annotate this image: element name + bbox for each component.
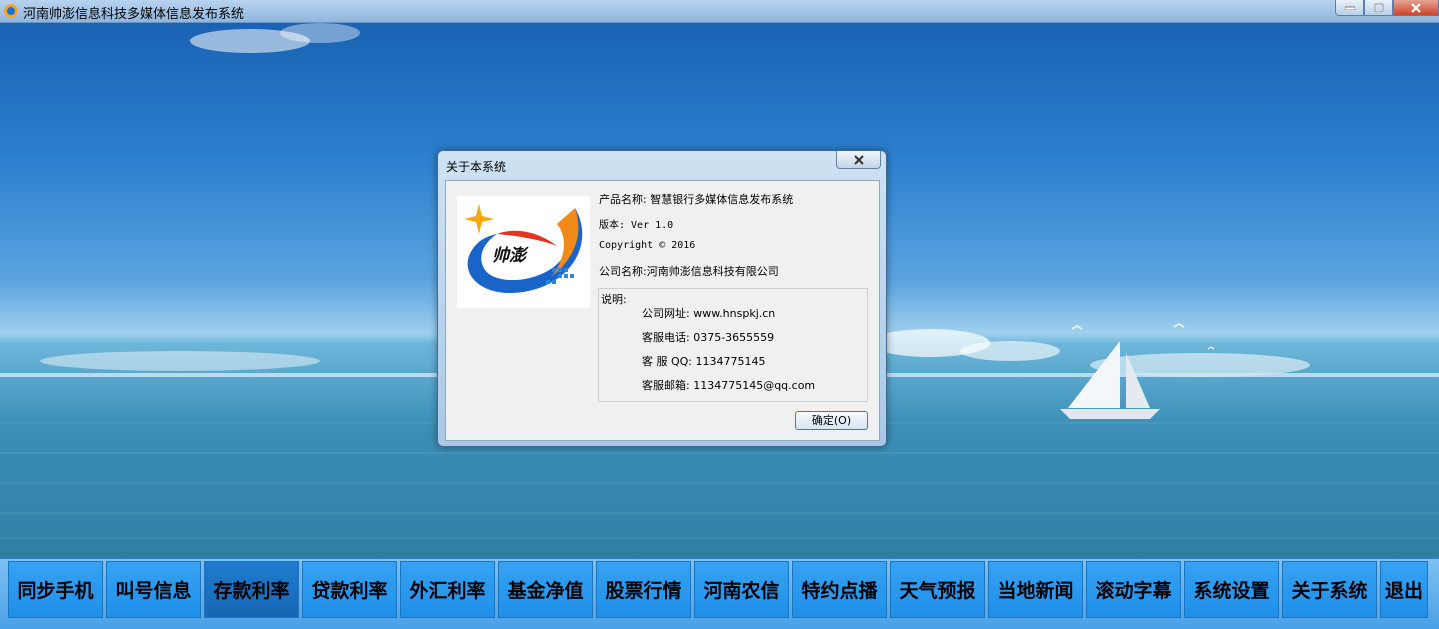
minimize-icon: [1344, 6, 1355, 10]
close-icon: [853, 154, 864, 165]
company-logo: 帅澎: [457, 196, 590, 308]
window-title: 河南帅澎信息科技多媒体信息发布系统: [23, 7, 245, 22]
fund-nav-button[interactable]: 基金净值: [498, 561, 593, 618]
weather-button[interactable]: 天气预报: [890, 561, 985, 618]
toolbar-buttons: 同步手机 叫号信息 存款利率 贷款利率 外汇利率 基金净值 股票行情 河南农信 …: [8, 561, 1431, 618]
deposit-rate-button[interactable]: 存款利率: [204, 561, 299, 618]
description-group: 说明: 公司网址: www.hnspkj.cn 客服电话: 0375-36555…: [598, 288, 868, 402]
henan-rcc-button[interactable]: 河南农信: [694, 561, 789, 618]
sync-phone-button[interactable]: 同步手机: [8, 561, 103, 618]
svg-text:帅澎: 帅澎: [492, 246, 529, 266]
window-controls: [1335, 0, 1439, 18]
dialog-close-button[interactable]: [836, 151, 881, 169]
settings-button[interactable]: 系统设置: [1184, 561, 1279, 618]
company-name-text: 公司名称:河南帅澎信息科技有限公司: [599, 265, 779, 278]
local-news-button[interactable]: 当地新闻: [988, 561, 1083, 618]
minimize-button[interactable]: [1335, 0, 1364, 16]
fx-rate-button[interactable]: 外汇利率: [400, 561, 495, 618]
phone-text: 客服电话: 0375-3655559: [642, 331, 775, 344]
exit-button[interactable]: 退出: [1380, 561, 1428, 618]
loan-rate-button[interactable]: 贷款利率: [302, 561, 397, 618]
app-icon: [4, 4, 18, 18]
vod-button[interactable]: 特约点播: [792, 561, 887, 618]
website-text: 公司网址: www.hnspkj.cn: [642, 307, 776, 320]
version-text: 版本: Ver 1.0: [599, 220, 674, 231]
dialog-content: 帅澎 产品名称: 智慧银行多媒体信息发布系统 版本: Ver 1.0 Copyr…: [445, 180, 880, 441]
maximize-button[interactable]: [1364, 0, 1393, 16]
copyright-text: Copyright © 2016: [599, 240, 696, 251]
logo-graphic: 帅澎: [464, 204, 583, 294]
ok-button[interactable]: 确定(O): [795, 411, 868, 430]
bottom-toolbar: 同步手机 叫号信息 存款利率 贷款利率 外汇利率 基金净值 股票行情 河南农信 …: [0, 558, 1439, 629]
dialog-title: 关于本系统: [446, 160, 507, 174]
queue-info-button[interactable]: 叫号信息: [106, 561, 201, 618]
stock-quotes-button[interactable]: 股票行情: [596, 561, 691, 618]
qq-text: 客 服 QQ: 1134775145: [642, 355, 766, 368]
close-icon: [1411, 2, 1421, 13]
email-text: 客服邮箱: 1134775145@qq.com: [642, 379, 816, 392]
product-name-text: 产品名称: 智慧银行多媒体信息发布系统: [599, 193, 794, 206]
restore-icon: [1373, 2, 1384, 13]
ticker-button[interactable]: 滚动字幕: [1086, 561, 1181, 618]
description-label: 说明:: [601, 293, 627, 306]
about-button[interactable]: 关于系统: [1282, 561, 1377, 618]
about-dialog: 关于本系统 帅澎 产品名称: 智慧银行多媒体信息发布系统 版本: Ver 1.0: [437, 150, 887, 447]
title-bar: 河南帅澎信息科技多媒体信息发布系统: [0, 0, 1439, 23]
close-window-button[interactable]: [1393, 0, 1439, 16]
